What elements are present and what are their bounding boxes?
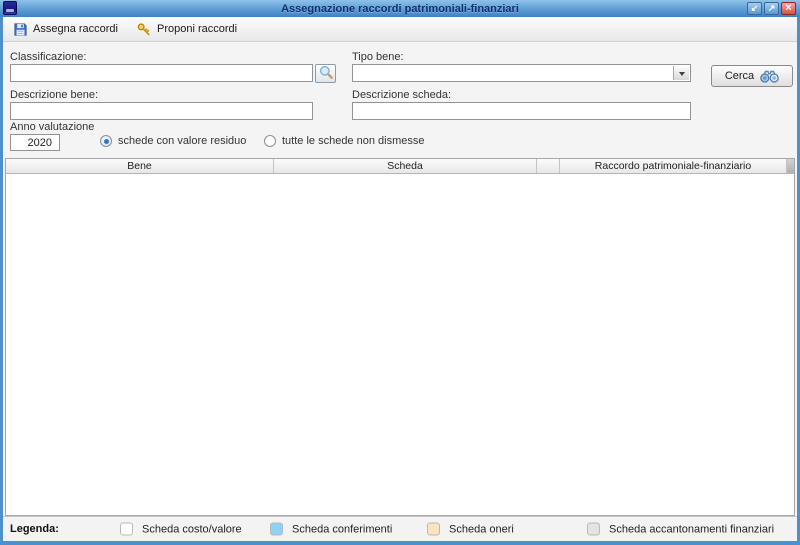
window-title: Assegnazione raccordi patrimoniali-finan…: [281, 2, 519, 15]
maximize-button[interactable]: ↗: [764, 2, 779, 15]
legend-bar: Legenda: Scheda costo/valore Scheda conf…: [3, 516, 797, 541]
maximize-icon: ↗: [767, 3, 776, 13]
chevron-down-icon[interactable]: [673, 66, 689, 80]
close-button[interactable]: ×: [781, 2, 796, 15]
legend-item-costo-valore: Scheda costo/valore: [120, 522, 242, 536]
cerca-button[interactable]: Cerca: [711, 65, 793, 87]
anno-valutazione-label: Anno valutazione: [10, 121, 95, 133]
descrizione-scheda-label: Descrizione scheda:: [352, 89, 452, 101]
oneri-swatch: [427, 522, 440, 536]
legend-label: Scheda accantonamenti finanziari: [609, 523, 775, 535]
grid-header: Bene Scheda Raccordo patrimoniale-finanz…: [6, 159, 794, 174]
legend-label: Scheda costo/valore: [142, 523, 242, 535]
radio-tutte-schede-non-dismesse[interactable]: tutte le schede non dismesse: [264, 135, 424, 147]
anno-valutazione-input[interactable]: [10, 134, 60, 151]
assegna-raccordi-label: Assegna raccordi: [33, 23, 118, 35]
restore-icon: ↙: [750, 3, 759, 13]
key-icon: [136, 22, 152, 37]
results-grid: Bene Scheda Raccordo patrimoniale-finanz…: [5, 158, 795, 516]
legend-label: Scheda oneri: [449, 523, 514, 535]
column-header-scheda[interactable]: Scheda: [274, 159, 537, 173]
magnifier-icon: [319, 65, 333, 82]
title-bar: Assegnazione raccordi patrimoniali-finan…: [0, 0, 800, 17]
radio-icon: [264, 135, 276, 147]
radio-label: tutte le schede non dismesse: [282, 135, 425, 147]
radio-schede-valore-residuo[interactable]: schede con valore residuo: [100, 135, 246, 147]
client-area: Assegna raccordi Proponi raccordi Classi…: [3, 17, 797, 541]
proponi-raccordi-label: Proponi raccordi: [157, 23, 238, 35]
tipo-bene-label: Tipo bene:: [352, 51, 404, 63]
column-header-bene[interactable]: Bene: [6, 159, 274, 173]
proponi-raccordi-button[interactable]: Proponi raccordi: [131, 19, 242, 40]
radio-label: schede con valore residuo: [118, 135, 247, 147]
window-controls: ↙ ↗ ×: [747, 2, 796, 15]
legend-label: Scheda conferimenti: [292, 523, 393, 535]
radio-icon: [100, 135, 112, 147]
grid-body[interactable]: [6, 174, 794, 515]
toolbar: Assegna raccordi Proponi raccordi: [3, 17, 797, 42]
classificazione-input[interactable]: [10, 64, 313, 82]
close-icon: ×: [785, 2, 792, 14]
legend-title: Legenda:: [10, 523, 59, 535]
descrizione-bene-input[interactable]: [10, 102, 313, 120]
window: Assegnazione raccordi patrimoniali-finan…: [0, 0, 800, 545]
classificazione-label: Classificazione:: [10, 51, 87, 63]
legend-item-accantonamenti: Scheda accantonamenti finanziari: [587, 522, 775, 536]
accantonamenti-swatch: [587, 522, 600, 536]
restore-button[interactable]: ↙: [747, 2, 762, 15]
descrizione-bene-label: Descrizione bene:: [10, 89, 99, 101]
conferimenti-swatch: [270, 522, 283, 536]
binoculars-icon: [760, 70, 779, 83]
grid-header-corner: [787, 159, 794, 173]
column-header-raccordo[interactable]: Raccordo patrimoniale-finanziario: [560, 159, 787, 173]
cerca-label: Cerca: [724, 70, 755, 82]
legend-item-oneri: Scheda oneri: [427, 522, 514, 536]
assegna-raccordi-button[interactable]: Assegna raccordi: [8, 19, 123, 40]
column-header-blank: [537, 159, 560, 173]
classificazione-lookup-button[interactable]: [315, 64, 336, 83]
costo-valore-swatch: [120, 522, 133, 536]
legend-item-conferimenti: Scheda conferimenti: [270, 522, 393, 536]
save-icon: [13, 22, 28, 37]
tipo-bene-select[interactable]: [352, 64, 691, 82]
descrizione-scheda-input[interactable]: [352, 102, 691, 120]
